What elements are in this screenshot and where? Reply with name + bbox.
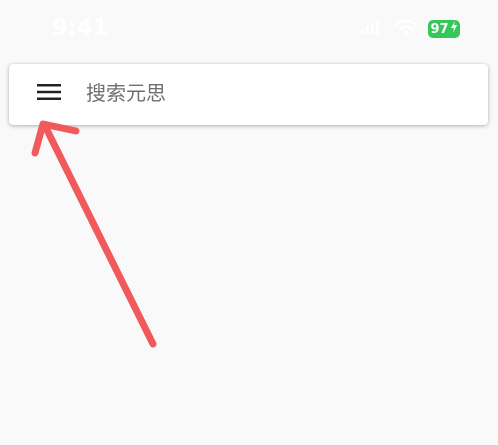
status-icons: 97 bbox=[360, 18, 460, 40]
hamburger-menu-icon bbox=[37, 83, 61, 105]
battery-level: 97 bbox=[430, 21, 449, 37]
search-input[interactable] bbox=[86, 78, 446, 110]
status-time: 9:41 bbox=[52, 16, 109, 41]
status-bar: 9:41 97 bbox=[0, 0, 498, 56]
search-bar[interactable] bbox=[9, 64, 488, 125]
wifi-icon bbox=[394, 18, 418, 40]
menu-button[interactable] bbox=[34, 82, 64, 106]
signal-icon bbox=[360, 18, 384, 40]
charging-bolt-icon bbox=[450, 21, 458, 37]
battery-indicator: 97 bbox=[428, 20, 460, 38]
